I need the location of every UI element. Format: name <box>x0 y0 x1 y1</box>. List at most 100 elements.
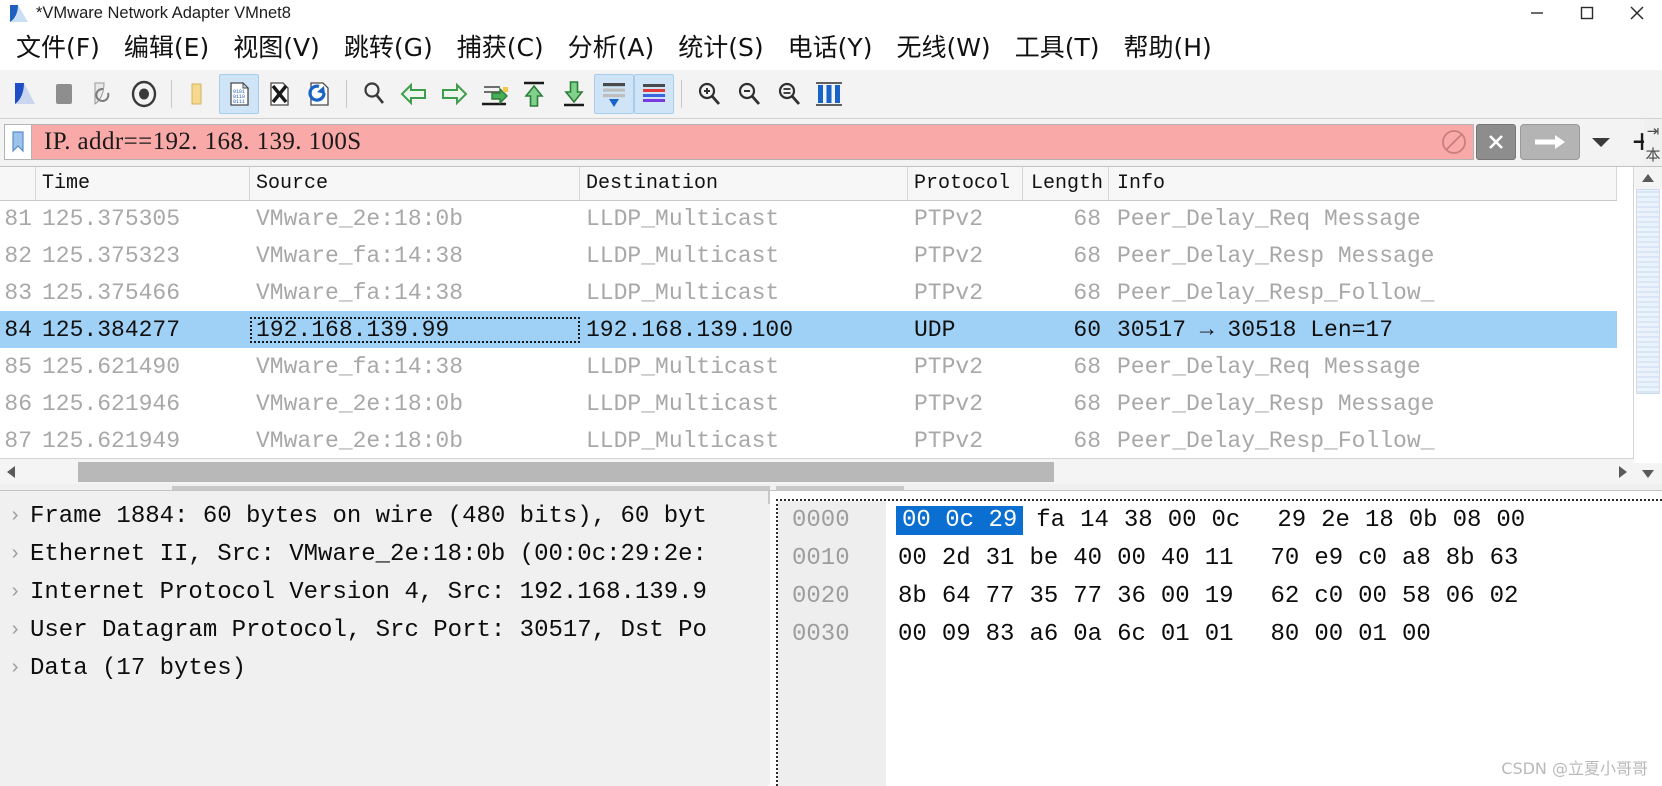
hex-byte[interactable]: 18 <box>1363 506 1396 535</box>
chevron-right-icon[interactable]: › <box>0 543 30 566</box>
hex-byte[interactable]: 31 <box>984 544 1017 573</box>
hex-byte[interactable]: 77 <box>984 582 1017 611</box>
hex-byte[interactable]: 2d <box>940 544 973 573</box>
column-header-length[interactable]: Length <box>1023 167 1109 200</box>
hex-byte[interactable]: 00 <box>1494 506 1527 535</box>
hex-byte[interactable]: 77 <box>1071 582 1104 611</box>
hex-byte[interactable]: 36 <box>1115 582 1148 611</box>
hex-byte[interactable]: 63 <box>1488 544 1521 573</box>
scroll-right-arrow-icon[interactable] <box>1612 459 1634 485</box>
hex-byte[interactable]: 0b <box>1407 506 1440 535</box>
restart-capture-icon[interactable] <box>84 74 124 114</box>
horizontal-scroll-thumb[interactable] <box>78 462 1054 482</box>
hex-byte[interactable]: 00 <box>896 544 929 573</box>
menu-analyze[interactable]: 分析(A) <box>556 26 667 70</box>
reload-file-icon[interactable] <box>299 74 339 114</box>
go-to-packet-icon[interactable] <box>474 74 514 114</box>
hex-byte[interactable]: 06 <box>1444 582 1477 611</box>
menu-edit[interactable]: 编辑(E) <box>112 26 221 70</box>
scroll-down-arrow-icon[interactable] <box>1634 463 1662 485</box>
hex-byte[interactable]: 00 <box>1159 582 1192 611</box>
detail-tree-item[interactable]: › Ethernet II, Src: VMware_2e:18:0b (00:… <box>0 535 768 573</box>
hex-byte[interactable]: 62 <box>1269 582 1302 611</box>
go-forward-icon[interactable] <box>434 74 474 114</box>
column-header-source[interactable]: Source <box>250 167 580 200</box>
hex-byte[interactable]: c0 <box>1356 544 1389 573</box>
scroll-up-arrow-icon[interactable] <box>1634 167 1662 189</box>
maximize-button[interactable] <box>1562 0 1612 26</box>
hex-byte[interactable]: 01 <box>1356 620 1389 649</box>
hex-byte[interactable]: be <box>1027 544 1060 573</box>
hex-byte[interactable]: 00 <box>1400 620 1433 649</box>
hex-byte[interactable]: 2e <box>1319 506 1352 535</box>
go-first-packet-icon[interactable] <box>514 74 554 114</box>
scroll-left-arrow-icon[interactable] <box>0 459 22 485</box>
detail-tree-item[interactable]: › Internet Protocol Version 4, Src: 192.… <box>0 573 768 611</box>
hex-byte[interactable]: 29 <box>1275 506 1308 535</box>
table-row-selected[interactable]: 84 125.384277 192.168.139.99 192.168.139… <box>0 311 1617 348</box>
chevron-right-icon[interactable]: › <box>0 619 30 642</box>
chevron-right-icon[interactable]: › <box>0 581 30 604</box>
capture-options-icon[interactable] <box>124 74 164 114</box>
hex-row[interactable]: 0000 00 0c 29 fa 14 38 00 0c 29 2e 18 0b <box>778 501 1662 539</box>
resize-columns-icon[interactable] <box>809 74 849 114</box>
table-row[interactable]: 82 125.375323 VMware_fa:14:38 LLDP_Multi… <box>0 237 1617 274</box>
go-last-packet-icon[interactable] <box>554 74 594 114</box>
menu-wireless[interactable]: 无线(W) <box>884 26 1002 70</box>
hex-byte[interactable]: 01 <box>1159 620 1192 649</box>
hex-byte[interactable]: 01 <box>1203 620 1236 649</box>
menu-help[interactable]: 帮助(H) <box>1111 26 1223 70</box>
hex-byte[interactable]: 6c <box>1115 620 1148 649</box>
hex-byte[interactable]: c0 <box>1312 582 1345 611</box>
hex-byte[interactable]: a8 <box>1400 544 1433 573</box>
packet-list-pane[interactable]: Time Source Destination Protocol Length … <box>0 166 1662 485</box>
stop-capture-icon[interactable] <box>44 74 84 114</box>
zoom-reset-icon[interactable] <box>769 74 809 114</box>
hex-byte[interactable]: fa <box>1034 506 1067 535</box>
hex-byte[interactable]: 00 <box>1115 544 1148 573</box>
start-capture-icon[interactable] <box>4 74 44 114</box>
hex-byte[interactable]: 40 <box>1071 544 1104 573</box>
menu-tools[interactable]: 工具(T) <box>1003 26 1112 70</box>
hex-byte[interactable]: 38 <box>1122 506 1155 535</box>
column-header-protocol[interactable]: Protocol <box>908 167 1023 200</box>
table-row[interactable]: 86 125.621946 VMware_2e:18:0b LLDP_Multi… <box>0 385 1617 422</box>
hex-byte[interactable]: 08 <box>1451 506 1484 535</box>
table-row[interactable]: 87 125.621949 VMware_2e:18:0b LLDP_Multi… <box>0 422 1617 459</box>
hex-byte[interactable]: 00 <box>896 620 929 649</box>
column-header-info[interactable]: Info <box>1109 167 1617 200</box>
hex-byte[interactable]: 80 <box>1269 620 1302 649</box>
menu-go[interactable]: 跳转(G) <box>332 26 445 70</box>
close-file-icon[interactable] <box>259 74 299 114</box>
hex-byte[interactable]: 58 <box>1400 582 1433 611</box>
save-file-icon[interactable]: 0101 0110 0111 <box>219 74 259 114</box>
hex-byte[interactable]: 70 <box>1269 544 1302 573</box>
zoom-out-icon[interactable] <box>729 74 769 114</box>
hex-selected-bytes[interactable]: 00 0c 29 <box>896 505 1024 535</box>
hex-byte[interactable]: e9 <box>1312 544 1345 573</box>
vertical-scroll-thumb[interactable] <box>1636 189 1660 394</box>
auto-scroll-icon[interactable] <box>594 74 634 114</box>
packet-details-pane[interactable]: › Frame 1884: 60 bytes on wire (480 bits… <box>0 490 768 786</box>
vertical-scroll-track[interactable] <box>1634 189 1662 463</box>
hex-byte[interactable]: 02 <box>1488 582 1521 611</box>
packet-bytes-pane[interactable]: 00 00 00 0c 29 fa 14 38 00 0c 29 2e 18 0b <box>770 490 1662 786</box>
menu-capture[interactable]: 捕获(C) <box>445 26 556 70</box>
menu-statistics[interactable]: 统计(S) <box>666 26 775 70</box>
hex-byte[interactable]: 14 <box>1078 506 1111 535</box>
packet-list-vertical-scrollbar[interactable] <box>1633 167 1662 485</box>
table-row[interactable]: 83 125.375466 VMware_fa:14:38 LLDP_Multi… <box>0 274 1617 311</box>
apply-filter-button[interactable] <box>1520 124 1580 160</box>
detail-tree-item[interactable]: › Data (17 bytes) <box>0 649 768 687</box>
hex-byte[interactable]: 0c <box>1210 506 1243 535</box>
column-header-no[interactable] <box>0 167 36 200</box>
hex-byte[interactable]: 83 <box>984 620 1017 649</box>
detail-tree-item[interactable]: › Frame 1884: 60 bytes on wire (480 bits… <box>0 497 768 535</box>
table-row[interactable]: 85 125.621490 VMware_fa:14:38 LLDP_Multi… <box>0 348 1617 385</box>
zoom-in-icon[interactable] <box>689 74 729 114</box>
display-filter-input[interactable]: IP. addr==192. 168. 139. 100S <box>32 124 1474 160</box>
hex-row[interactable]: 0020 8b 64 77 35 77 36 00 19 62 c0 00 58 <box>778 577 1662 615</box>
packet-list-horizontal-scrollbar[interactable] <box>0 458 1634 485</box>
menu-file[interactable]: 文件(F) <box>4 26 112 70</box>
hex-byte[interactable]: 09 <box>940 620 973 649</box>
